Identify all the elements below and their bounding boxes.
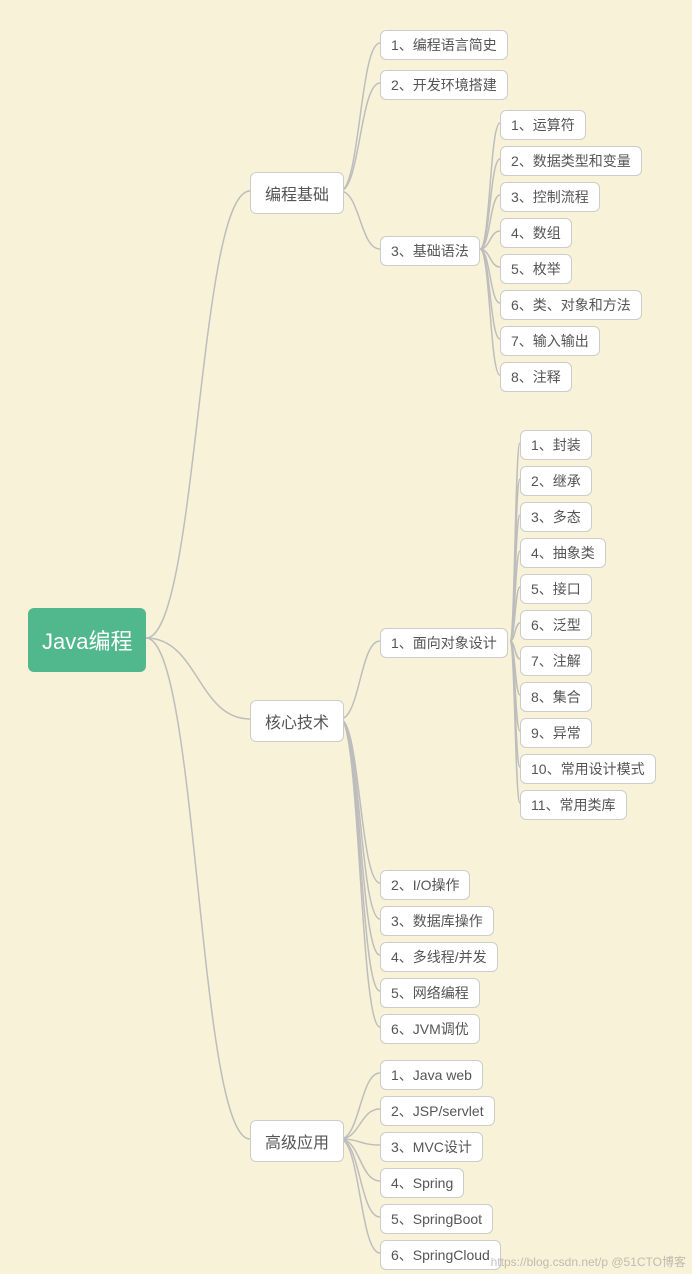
topic-node[interactable]: 4、多线程/并发 <box>380 942 498 972</box>
leaf-node[interactable]: 3、控制流程 <box>500 182 600 212</box>
leaf-node[interactable]: 4、抽象类 <box>520 538 606 568</box>
topic-node[interactable]: 2、JSP/servlet <box>380 1096 495 1126</box>
topic-node[interactable]: 6、JVM调优 <box>380 1014 480 1044</box>
leaf-node[interactable]: 6、泛型 <box>520 610 592 640</box>
leaf-node[interactable]: 1、运算符 <box>500 110 586 140</box>
topic-node[interactable]: 1、编程语言简史 <box>380 30 508 60</box>
leaf-node[interactable]: 7、输入输出 <box>500 326 600 356</box>
leaf-node[interactable]: 8、集合 <box>520 682 592 712</box>
leaf-node[interactable]: 5、枚举 <box>500 254 572 284</box>
topic-node[interactable]: 2、I/O操作 <box>380 870 470 900</box>
leaf-node[interactable]: 5、接口 <box>520 574 592 604</box>
branch-advanced-app[interactable]: 高级应用 <box>250 1120 344 1162</box>
root-node[interactable]: Java编程 <box>28 608 146 672</box>
leaf-node[interactable]: 6、类、对象和方法 <box>500 290 642 320</box>
topic-node[interactable]: 4、Spring <box>380 1168 464 1198</box>
topic-node[interactable]: 3、MVC设计 <box>380 1132 483 1162</box>
branch-programming-basics[interactable]: 编程基础 <box>250 172 344 214</box>
watermark-text: https://blog.csdn.net/p @51CTO博客 <box>491 1253 686 1270</box>
leaf-node[interactable]: 4、数组 <box>500 218 572 248</box>
topic-node[interactable]: 6、SpringCloud <box>380 1240 501 1270</box>
leaf-node[interactable]: 3、多态 <box>520 502 592 532</box>
leaf-node[interactable]: 10、常用设计模式 <box>520 754 656 784</box>
topic-node[interactable]: 5、SpringBoot <box>380 1204 493 1234</box>
branch-core-tech[interactable]: 核心技术 <box>250 700 344 742</box>
leaf-node[interactable]: 2、继承 <box>520 466 592 496</box>
leaf-node[interactable]: 1、封装 <box>520 430 592 460</box>
topic-node[interactable]: 1、面向对象设计 <box>380 628 508 658</box>
leaf-node[interactable]: 7、注解 <box>520 646 592 676</box>
topic-node[interactable]: 5、网络编程 <box>380 978 480 1008</box>
leaf-node[interactable]: 11、常用类库 <box>520 790 627 820</box>
leaf-node[interactable]: 9、异常 <box>520 718 592 748</box>
topic-node[interactable]: 3、基础语法 <box>380 236 480 266</box>
leaf-node[interactable]: 2、数据类型和变量 <box>500 146 642 176</box>
topic-node[interactable]: 2、开发环境搭建 <box>380 70 508 100</box>
leaf-node[interactable]: 8、注释 <box>500 362 572 392</box>
topic-node[interactable]: 3、数据库操作 <box>380 906 494 936</box>
topic-node[interactable]: 1、Java web <box>380 1060 483 1090</box>
